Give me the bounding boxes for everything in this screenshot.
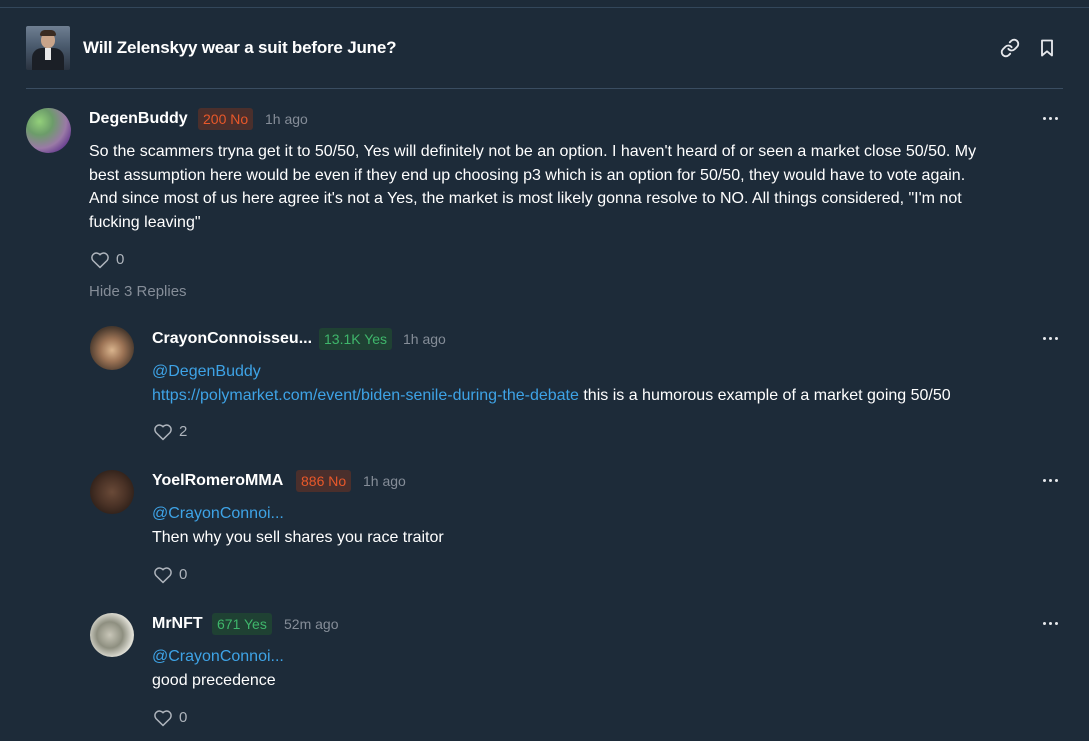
- like-count: 0: [179, 709, 188, 726]
- heart-icon: [154, 710, 172, 727]
- comment-text: Then why you sell shares you race traito…: [152, 528, 444, 546]
- market-title[interactable]: Will Zelenskyy wear a suit before June?: [83, 38, 396, 58]
- comment-body: @DegenBuddy https://polymarket.com/event…: [152, 360, 1052, 407]
- market-header: Will Zelenskyy wear a suit before June?: [26, 26, 1063, 70]
- comment-text: this is a humorous example of a market g…: [578, 386, 951, 404]
- position-badge: 671 Yes: [212, 613, 272, 635]
- heart-icon: [154, 424, 172, 441]
- comment-username[interactable]: CrayonConnoisseu...: [152, 330, 312, 348]
- comment-body: So the scammers tryna get it to 50/50, Y…: [89, 140, 1049, 234]
- comment-time: 1h ago: [363, 473, 406, 489]
- market-thumbnail[interactable]: [26, 26, 70, 70]
- avatar[interactable]: [90, 613, 134, 657]
- avatar[interactable]: [90, 470, 134, 514]
- top-divider: [0, 7, 1089, 8]
- comment-text: good precedence: [152, 671, 276, 689]
- comment-line: fucking leaving": [89, 213, 201, 231]
- more-options-icon[interactable]: [1042, 116, 1060, 122]
- header-divider: [26, 88, 1063, 89]
- hide-replies-button[interactable]: Hide 3 Replies: [89, 283, 187, 300]
- comment-body: @CrayonConnoi... good precedence: [152, 645, 1052, 692]
- comment-username[interactable]: DegenBuddy: [89, 110, 188, 128]
- avatar[interactable]: [26, 108, 71, 153]
- more-options-icon[interactable]: [1042, 336, 1060, 342]
- more-options-icon[interactable]: [1042, 478, 1060, 484]
- avatar[interactable]: [90, 326, 134, 370]
- url-link[interactable]: https://polymarket.com/event/biden-senil…: [152, 387, 579, 404]
- like-count: 0: [116, 251, 125, 268]
- comment-line: best assumption here would be even if th…: [89, 166, 966, 184]
- bookmark-icon[interactable]: [1037, 38, 1057, 58]
- more-options-icon[interactable]: [1042, 621, 1060, 627]
- comment-time: 52m ago: [284, 616, 339, 632]
- position-badge: 13.1K Yes: [319, 328, 393, 350]
- mention-link[interactable]: @CrayonConnoi...: [152, 648, 284, 665]
- link-icon[interactable]: [1000, 38, 1020, 58]
- mention-link[interactable]: @CrayonConnoi...: [152, 505, 284, 522]
- heart-icon: [154, 567, 172, 584]
- position-badge: 200 No: [198, 108, 254, 130]
- comment-time: 1h ago: [403, 331, 446, 347]
- comment-username[interactable]: YoelRomeroMMA: [152, 472, 283, 490]
- mention-link[interactable]: @DegenBuddy: [152, 363, 261, 380]
- comment-time: 1h ago: [265, 111, 308, 127]
- like-count: 2: [179, 423, 188, 440]
- like-count: 0: [179, 566, 188, 583]
- comment-line: And since most of us here agree it's not…: [89, 190, 962, 207]
- position-badge: 886 No: [296, 470, 352, 492]
- comment-line: So the scammers tryna get it to 50/50, Y…: [89, 143, 977, 160]
- comment-body: @CrayonConnoi... Then why you sell share…: [152, 502, 1052, 549]
- heart-icon: [91, 252, 109, 269]
- comment-username[interactable]: MrNFT: [152, 615, 203, 633]
